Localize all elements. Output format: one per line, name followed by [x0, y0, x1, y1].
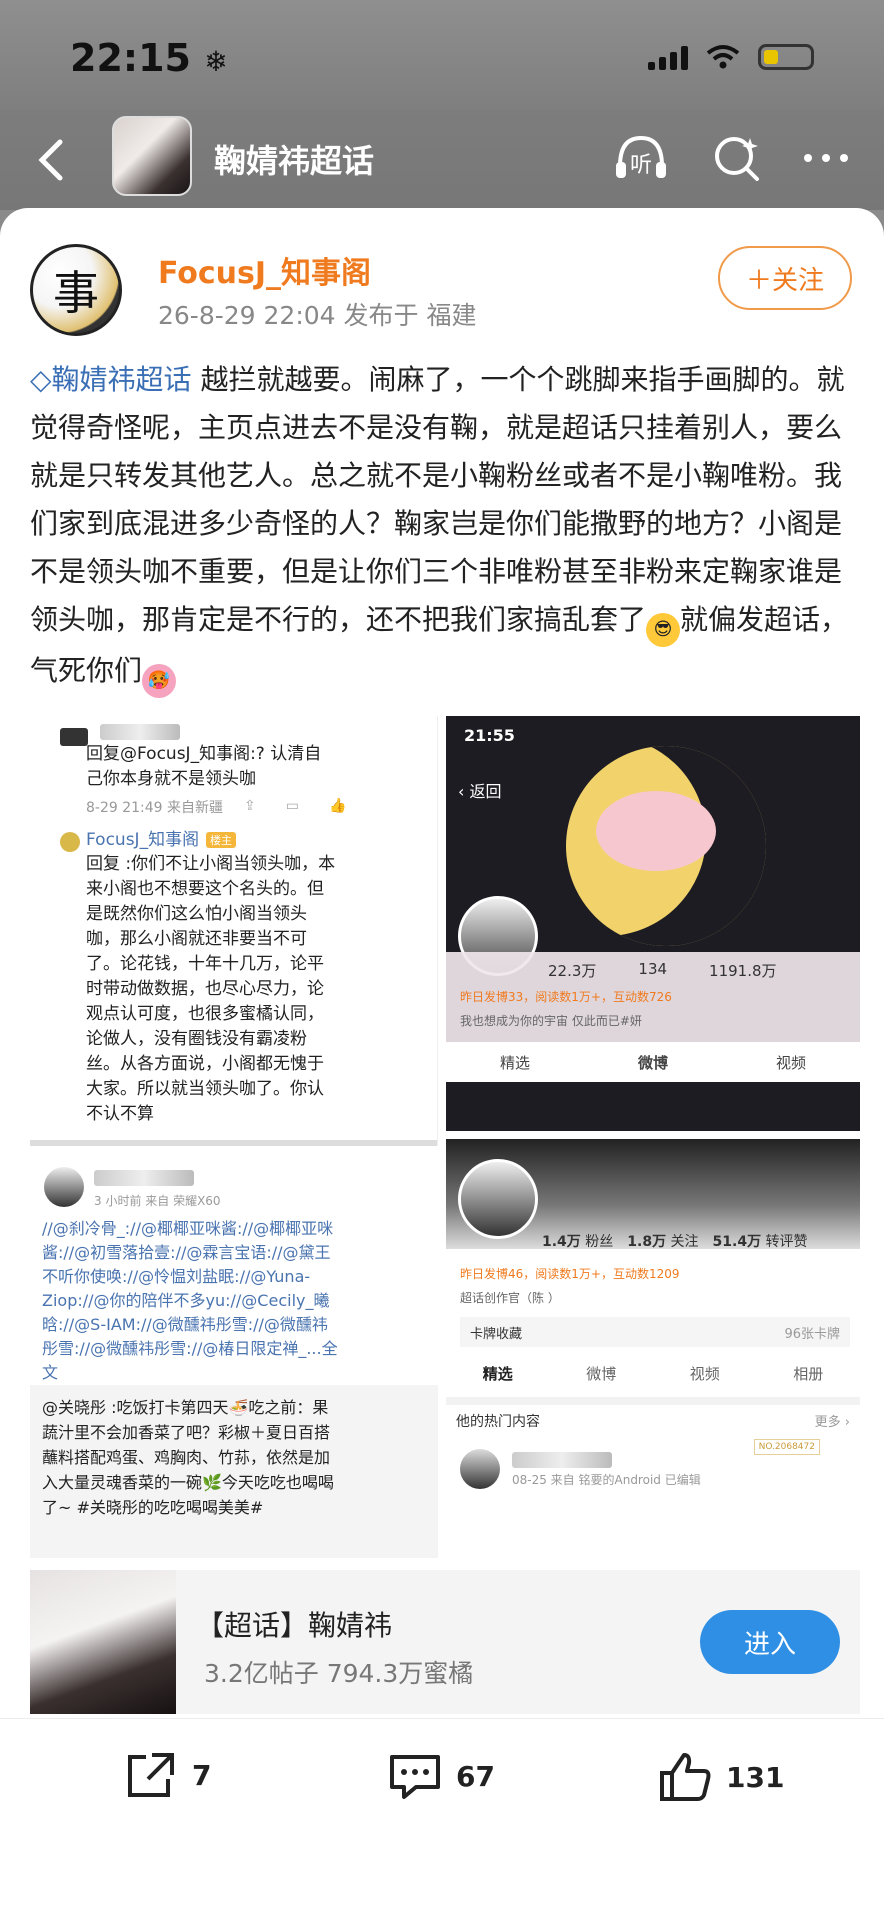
share-icon: ⇪: [244, 798, 256, 814]
img4-hot-avatar: [460, 1449, 500, 1489]
super-topic-banner[interactable]: 【超话】鞠婧祎 3.2亿帖子 794.3万蜜橘 进入: [30, 1570, 860, 1714]
action-bar: 7 67 131: [0, 1718, 884, 1920]
gallery-image-1[interactable]: 回复@FocusJ_知事阁:? 认清自己你本身就不是领头咖 8-29 21:49…: [30, 716, 438, 1146]
more-icon[interactable]: [802, 152, 850, 164]
status-bar: 22:15 ❄: [0, 0, 884, 120]
topic-thumbnail: [30, 1570, 176, 1714]
topic-tag[interactable]: ◇鞠婧祎超话: [30, 363, 192, 396]
author-name[interactable]: FocusJ_知事阁: [158, 248, 371, 292]
signal-icon: [648, 46, 688, 70]
img4-avatar: [458, 1159, 538, 1239]
reply-1-actions: ⇪ ▭ 👍: [244, 798, 346, 814]
img2-back: ‹ 返回: [458, 782, 502, 801]
img4-hot-meta: 08-25 来自 铭要的Android 已编辑: [512, 1473, 701, 1487]
reply-2: 回复 :你们不让小阁当领头咖，本来小阁也不想要这个名头的。但是既然你们这么怕小阁…: [86, 854, 336, 1124]
topic-stats: 3.2亿帖子 794.3万蜜橘: [204, 1659, 474, 1688]
cool-emoji-icon: 😎: [646, 613, 681, 647]
img4-tabs: 精选 微博 视频 相册: [482, 1364, 824, 1383]
img2-stats: 22.3万 134 1191.8万: [548, 960, 777, 980]
gallery-image-4[interactable]: 1.4万 粉丝 1.8万 关注 51.4万 转评赞 昨日发博46，阅读数1万+，…: [446, 1139, 860, 1558]
gallery-image-2[interactable]: 21:55 ‹ 返回 22.3万 134 1191.8万 昨日发博33，阅读数1万+…: [446, 716, 860, 1131]
listen-icon[interactable]: 听: [612, 132, 670, 184]
post-card: 事 FocusJ_知事阁 26-8-29 22:04 发布于 福建 ＋关注 ◇鞠…: [0, 208, 884, 1718]
img2-motto: 我也想成为你的宇宙 仅此而已#妍: [460, 1014, 642, 1028]
status-time: 22:15 ❄: [70, 36, 228, 80]
like-action[interactable]: 131: [656, 1749, 784, 1805]
topic-avatar[interactable]: [112, 116, 192, 196]
like-icon: 👍: [328, 798, 347, 814]
comment-action[interactable]: 67: [386, 1749, 495, 1803]
comment-icon: [390, 1755, 440, 1799]
img4-line: 昨日发博46，阅读数1万+，互动数1209: [460, 1267, 680, 1281]
search-sparkle-icon[interactable]: [710, 132, 762, 184]
svg-text:听: 听: [630, 153, 652, 178]
img3-text: //@刹冷骨_://@椰椰亚咪酱://@椰椰亚咪酱://@初雪落拾壹://@霖言…: [42, 1219, 338, 1382]
share-icon: [128, 1753, 174, 1797]
status-icons: [648, 44, 814, 70]
author-avatar[interactable]: 事: [30, 244, 122, 336]
gallery-image-3[interactable]: 3 小时前 来自 荣耀X60 //@刹冷骨_://@椰椰亚咪酱://@椰椰亚咪酱…: [30, 1149, 438, 1558]
img4-stats: 1.4万 粉丝 1.8万 关注 51.4万 转评赞: [542, 1234, 808, 1250]
img2-profile-panel: 22.3万 134 1191.8万 昨日发博33，阅读数1万+，互动数726 我也想…: [446, 952, 860, 1082]
pig-illustration: [596, 791, 716, 871]
follow-button[interactable]: ＋关注: [718, 246, 852, 310]
img3-quote: @关晓彤 :吃饭打卡第四天🍜吃之前：果蔬汁里不会加香菜了吧？彩椒＋夏日百搭蘸料搭…: [30, 1385, 438, 1558]
reply-1: 回复@FocusJ_知事阁:? 认清自己你本身就不是领头咖: [86, 744, 322, 789]
reply-2-avatar: [60, 832, 80, 852]
reply-1-meta: 8-29 21:49 来自新疆: [86, 800, 224, 816]
img3-avatar: [44, 1167, 84, 1207]
wifi-icon: [706, 45, 740, 69]
img4-officer: 超话创作官（陈 ）: [460, 1291, 560, 1305]
img4-cards: 卡牌收藏 96张卡牌: [460, 1317, 850, 1347]
enter-button[interactable]: 进入: [700, 1610, 840, 1674]
img3-meta: 3 小时前 来自 荣耀X60: [94, 1194, 221, 1208]
topic-title: 【超话】鞠婧祎: [196, 1609, 393, 1642]
post-text: ◇鞠婧祎超话 越拦就越要。闹麻了，一个个跳脚来指手画脚的。就觉得奇怪呢，主页点进…: [30, 356, 860, 698]
img2-line: 昨日发博33，阅读数1万+，互动数726: [460, 990, 672, 1004]
img4-card-no: NO.2068472: [753, 1439, 820, 1455]
share-action[interactable]: 7: [122, 1749, 211, 1801]
op-badge: 楼主: [206, 832, 236, 848]
image-gallery[interactable]: 回复@FocusJ_知事阁:? 认清自己你本身就不是领头咖 8-29 21:49…: [30, 716, 860, 1558]
battery-icon: [758, 44, 814, 70]
page-title: 鞠婧祎超话: [214, 142, 375, 180]
thumbs-up-icon: [660, 1753, 711, 1801]
img4-hot-more: 更多 ›: [814, 1415, 850, 1430]
angry-emoji-icon: 🥵: [142, 664, 177, 698]
comment-icon: ▭: [285, 798, 299, 814]
img3-quote-text: @关晓彤 :吃饭打卡第四天🍜吃之前：果蔬汁里不会加香菜了吧？彩椒＋夏日百搭蘸料搭…: [42, 1398, 334, 1517]
reply-2-author: FocusJ_知事阁: [86, 830, 200, 850]
post-meta: 26-8-29 22:04 发布于 福建: [158, 301, 477, 330]
back-icon[interactable]: [28, 130, 72, 190]
top-nav: 鞠婧祎超话 听: [0, 110, 884, 210]
img2-time: 21:55: [464, 726, 515, 745]
nav-actions: 听: [612, 132, 850, 184]
img2-tabs: 精选 微博 视频: [446, 1042, 860, 1082]
commenter-avatar: [60, 728, 88, 746]
img4-hot: 他的热门内容: [456, 1414, 540, 1430]
